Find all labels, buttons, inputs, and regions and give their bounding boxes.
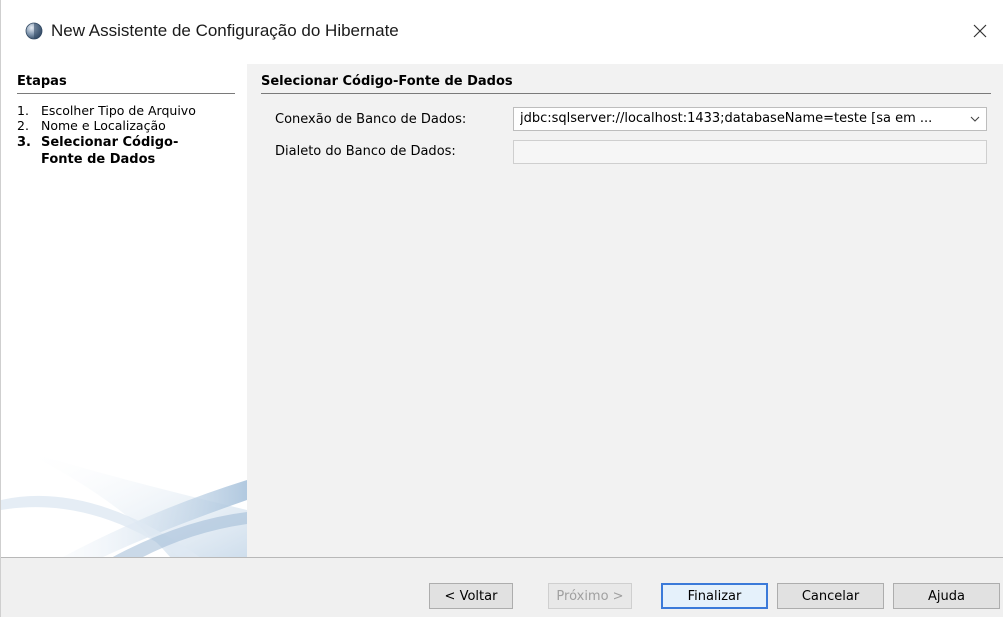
- close-icon: [973, 24, 987, 38]
- next-button[interactable]: Próximo >: [548, 583, 632, 609]
- step-label: Escolher Tipo de Arquivo: [41, 103, 196, 118]
- cancel-button[interactable]: Cancelar: [777, 583, 884, 609]
- close-button[interactable]: [967, 18, 993, 44]
- hibernate-app-icon: [25, 22, 43, 40]
- back-button[interactable]: < Voltar: [429, 583, 513, 609]
- finish-button[interactable]: Finalizar: [661, 583, 768, 609]
- steps-title: Etapas: [17, 74, 235, 94]
- step-number: 2.: [17, 118, 29, 133]
- step-label: Nome e Localização: [41, 118, 166, 133]
- database-connection-value: jdbc:sqlserver://localhost:1433;database…: [520, 111, 933, 126]
- button-bar: < Voltar Próximo > Finalizar Cancelar Aj…: [1, 558, 1003, 617]
- content-panel: Selecionar Código-Fonte de Dados Conexão…: [247, 64, 1003, 558]
- dialect-label: Dialeto do Banco de Dados:: [275, 144, 456, 159]
- connection-label: Conexão de Banco de Dados:: [275, 112, 467, 127]
- step-label: Selecionar Código-Fonte de Dados: [41, 135, 179, 167]
- steps-panel: Etapas 1. Escolher Tipo de Arquivo 2. No…: [1, 64, 247, 558]
- decorative-swoosh-graphic: [1, 450, 247, 558]
- title-bar: New Assistente de Configuração do Hibern…: [1, 0, 1003, 64]
- database-dialect-field[interactable]: [513, 140, 987, 164]
- chevron-down-icon: [970, 116, 980, 122]
- window-title: New Assistente de Configuração do Hibern…: [51, 21, 399, 40]
- help-button[interactable]: Ajuda: [893, 583, 1000, 609]
- content-title: Selecionar Código-Fonte de Dados: [261, 74, 991, 94]
- step-number: 3.: [17, 135, 31, 150]
- step-number: 1.: [17, 103, 29, 118]
- wizard-window: New Assistente de Configuração do Hibern…: [0, 0, 1003, 617]
- database-connection-select[interactable]: jdbc:sqlserver://localhost:1433;database…: [513, 107, 987, 131]
